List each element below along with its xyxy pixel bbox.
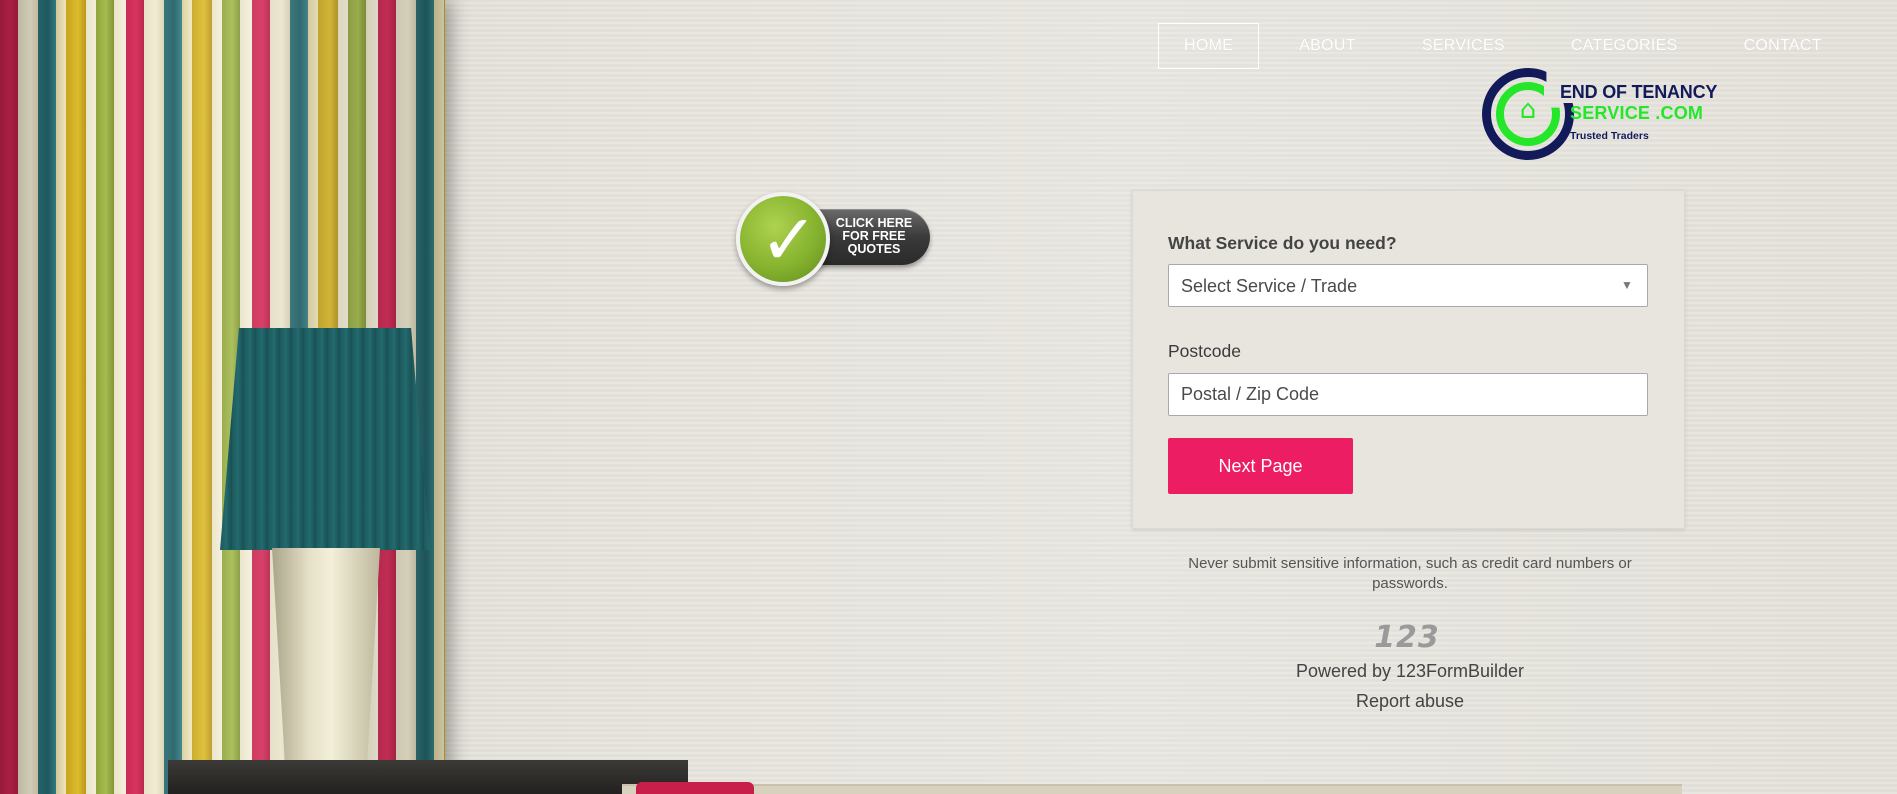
security-note: Never submit sensitive information, such… bbox=[1188, 555, 1632, 592]
service-select-value: Select Service / Trade bbox=[1181, 276, 1358, 296]
quote-form-card: What Service do you need? Select Service… bbox=[1132, 190, 1685, 529]
powered-by-link[interactable]: Powered by 123FormBuilder bbox=[1260, 661, 1560, 682]
report-abuse-link[interactable]: Report abuse bbox=[1310, 691, 1510, 712]
badge-text: CLICK HERE FOR FREE QUOTES bbox=[826, 217, 922, 256]
check-icon: ✓ bbox=[759, 199, 819, 281]
logo-tagline: Trusted Traders bbox=[1570, 130, 1649, 142]
next-page-button[interactable]: Next Page bbox=[1168, 438, 1353, 494]
free-quotes-badge[interactable]: CLICK HERE FOR FREE QUOTES ✓ bbox=[736, 192, 931, 288]
nav-about[interactable]: ABOUT bbox=[1273, 23, 1382, 69]
logo-title: END OF TENANCY bbox=[1560, 82, 1718, 102]
side-table-image bbox=[168, 760, 688, 794]
nav-home[interactable]: HOME bbox=[1158, 23, 1260, 69]
service-label: What Service do you need? bbox=[1168, 233, 1397, 253]
badge-circle: ✓ bbox=[736, 192, 830, 286]
sofa-image bbox=[622, 784, 1682, 794]
site-logo[interactable]: ⌂ END OF TENANCY SERVICE .COM Trusted Tr… bbox=[1480, 66, 1720, 162]
main-nav: HOME ABOUT SERVICES CATEGORIES CONTACT bbox=[1158, 23, 1848, 69]
postcode-input[interactable] bbox=[1168, 373, 1648, 416]
lamp-shade-image bbox=[220, 328, 430, 550]
house-icon: ⌂ bbox=[1519, 95, 1537, 125]
nav-contact[interactable]: CONTACT bbox=[1718, 23, 1848, 69]
nav-categories[interactable]: CATEGORIES bbox=[1545, 23, 1704, 69]
postcode-label: Postcode bbox=[1168, 341, 1241, 361]
pillow-image bbox=[636, 782, 754, 794]
logo-domain: SERVICE .COM bbox=[1570, 103, 1704, 123]
nav-services[interactable]: SERVICES bbox=[1396, 23, 1531, 69]
formbuilder-logo[interactable]: 123 bbox=[1362, 620, 1452, 655]
lamp-base-image bbox=[272, 548, 380, 764]
service-select[interactable]: Select Service / Trade ▼ bbox=[1168, 264, 1648, 307]
chevron-down-icon: ▼ bbox=[1621, 278, 1633, 292]
badge-text-line3: QUOTES bbox=[847, 242, 901, 256]
